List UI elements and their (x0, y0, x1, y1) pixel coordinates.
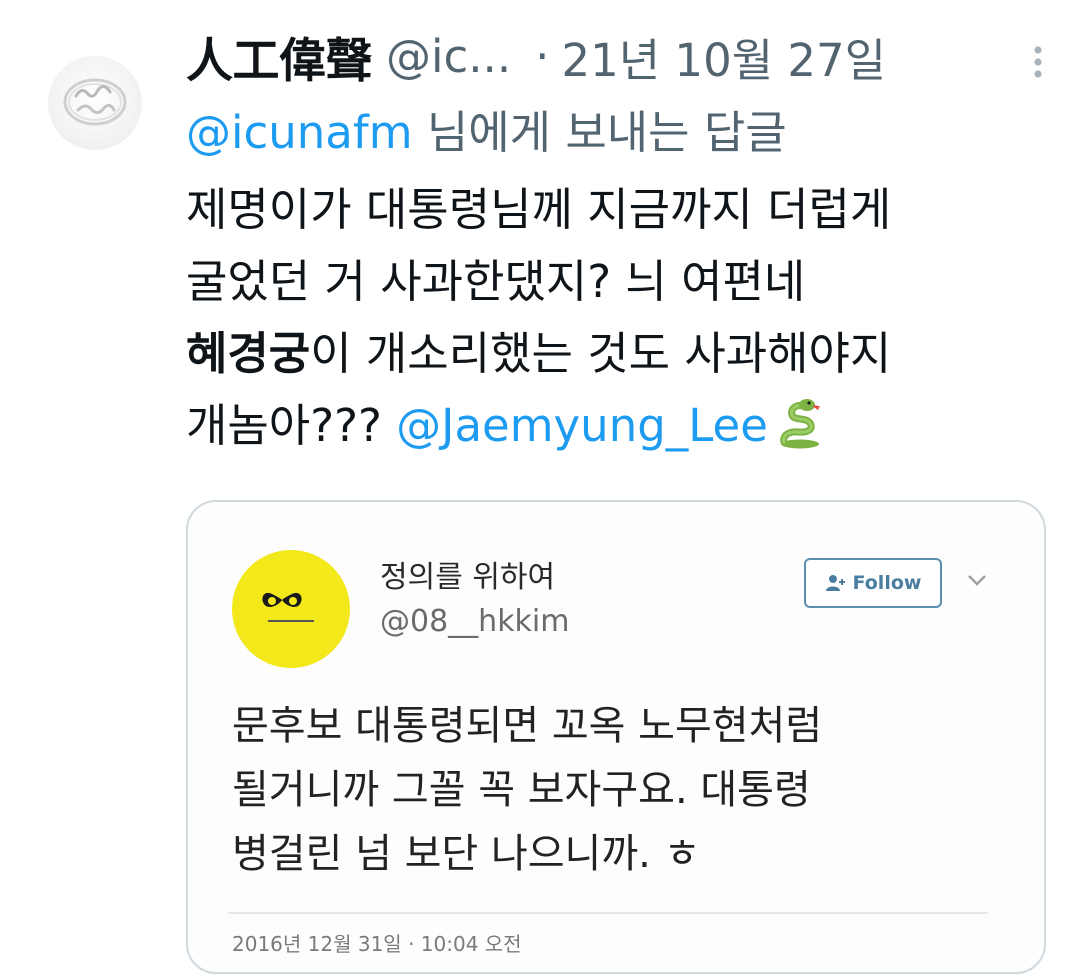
snake-icon (780, 399, 820, 449)
tweet-text-line-2: 굴었던 거 사과한댔지? 늬 여편네 (186, 255, 806, 308)
tweet-date[interactable]: 21년 10월 27일 (561, 24, 886, 89)
ring-icon (63, 78, 127, 126)
quoted-author-name: 정의를 위하여 (380, 560, 556, 595)
tweet-header: 人工偉聲 @ic... · 21년 10월 27일 (186, 20, 1056, 92)
reply-to-suffix: 님에게 보내는 답글 (412, 106, 787, 159)
author-handle[interactable]: @ic... (386, 30, 511, 83)
tweet-text-line-1: 제명이가 대통령님께 지금까지 더럽게 (186, 183, 892, 236)
header-separator: · (535, 29, 550, 83)
more-vertical-icon (1034, 46, 1042, 78)
follow-label: Follow (852, 572, 922, 594)
quoted-divider (228, 912, 988, 914)
author-avatar[interactable] (48, 56, 142, 150)
quoted-tweet-text: 문후보 대통령되면 꼬옥 노무현처럼 될거니까 그꼴 꼭 보자구요. 대통령 병… (232, 694, 1032, 886)
reply-to-mention[interactable]: @icunafm (186, 106, 413, 159)
tweet-text: 제명이가 대통령님께 지금까지 더럽게 굴었던 거 사과한댔지? 늬 여편네 혜… (186, 174, 1056, 462)
bow-logo-icon (262, 592, 314, 622)
quoted-tweet-card[interactable]: 정의를 위하여 @08__hkkim Follow 문후보 대통령되면 꼬옥 노… (186, 500, 1046, 974)
quoted-text-line-3: 병걸린 넘 보단 나으니까. ㅎ (232, 831, 701, 877)
jaemyung-mention[interactable]: @Jaemyung_Lee (396, 399, 768, 452)
tweet-text-line-4: 개놈아??? @Jaemyung_Lee (186, 390, 1056, 462)
tweet-text-line-4-pre: 개놈아??? (186, 399, 397, 452)
quoted-text-line-2: 될거니까 그꼴 꼭 보자구요. 대통령 (232, 767, 811, 813)
quoted-author-handle: @08__hkkim (380, 604, 570, 639)
yellow-logo-avatar[interactable] (232, 550, 350, 668)
author-name[interactable]: 人工偉聲 (186, 22, 373, 91)
follow-button: Follow (804, 558, 942, 608)
quoted-timestamp: 2016년 12월 31일 · 10:04 오전 (232, 932, 522, 956)
replying-to: @icunafm 님에게 보내는 답글 (186, 96, 787, 161)
quoted-text-line-1: 문후보 대통령되면 꼬옥 노무현처럼 (232, 703, 823, 749)
chevron-down-icon (968, 575, 986, 586)
tweet-text-line-3-rest: 이 개소리했는 것도 사과해야지 (310, 327, 892, 380)
tweet-text-bold: 혜경궁 (186, 327, 311, 380)
more-options-button[interactable] (1020, 44, 1056, 80)
add-user-icon (825, 575, 845, 591)
tweet-text-line-3: 혜경궁이 개소리했는 것도 사과해야지 (186, 318, 1056, 390)
